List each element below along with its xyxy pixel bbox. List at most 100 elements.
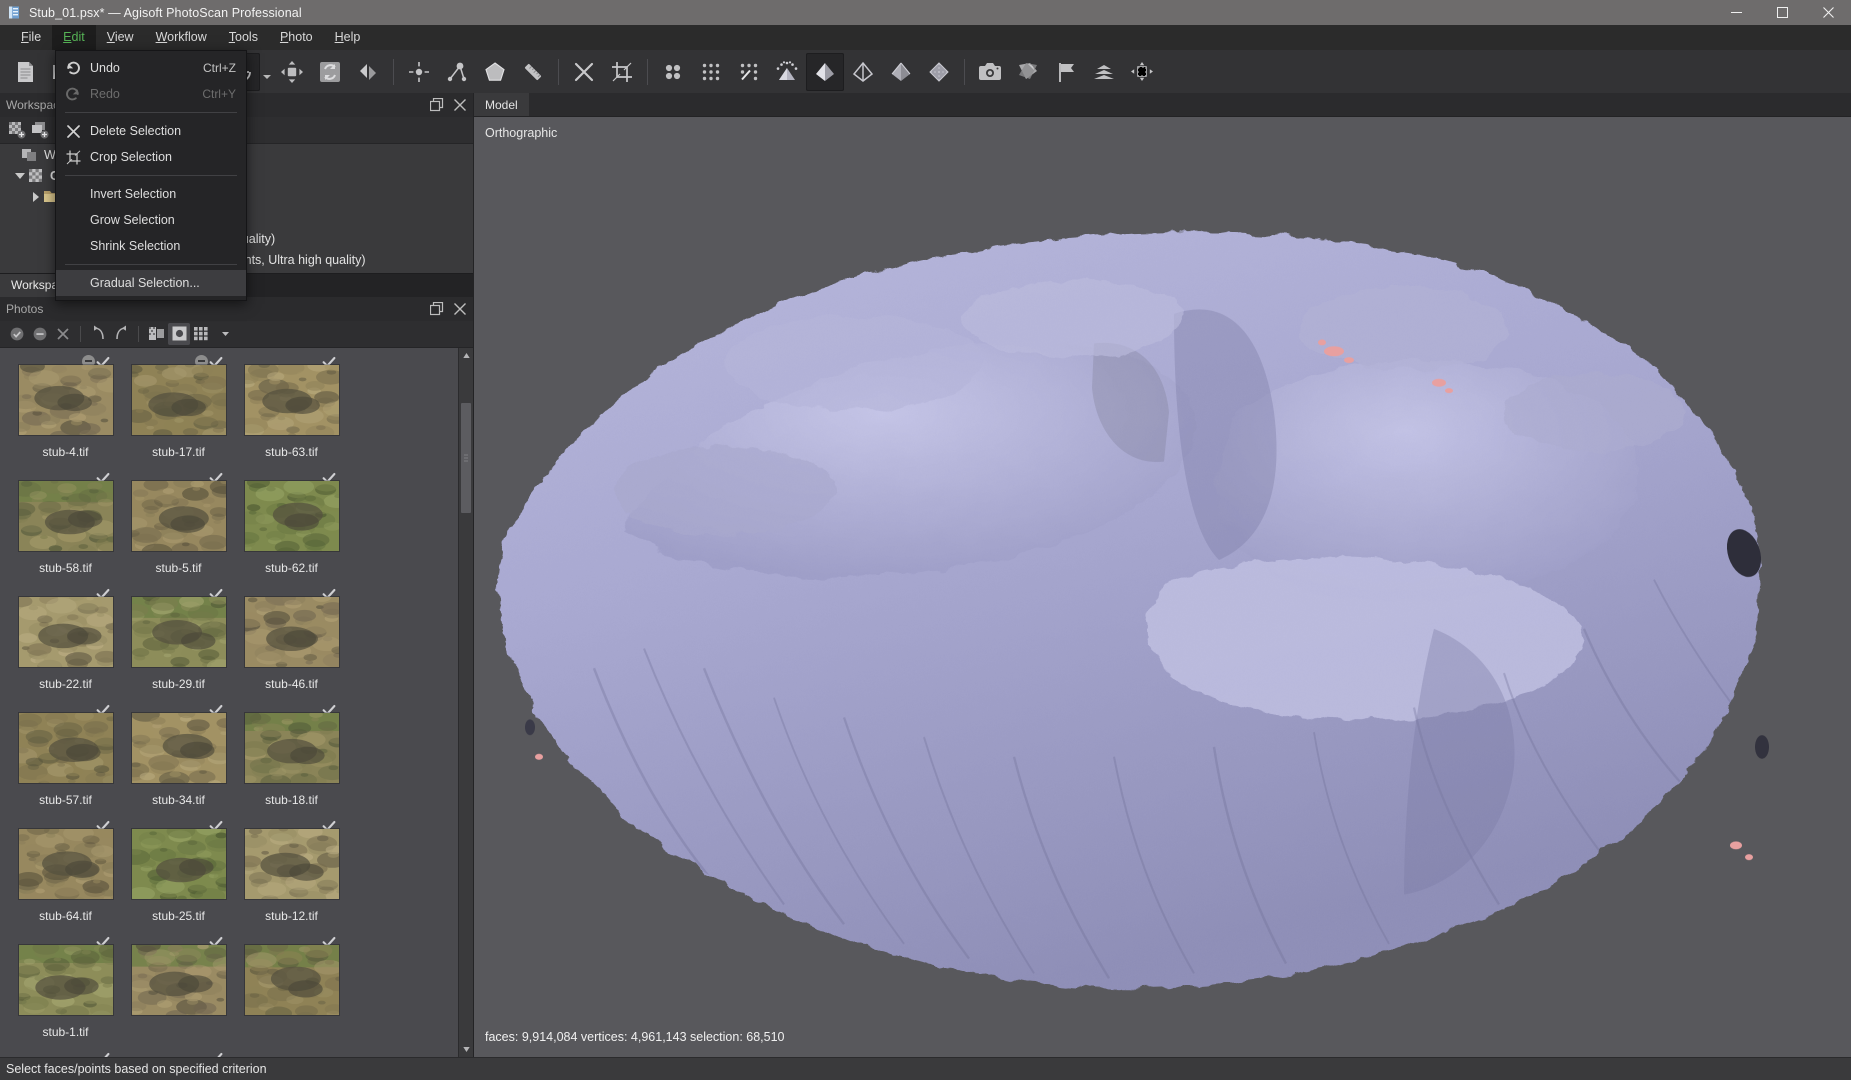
photo-thumbnail-image[interactable] — [130, 479, 227, 552]
menu-item-gradual-selection[interactable]: Gradual Selection... — [56, 270, 246, 296]
add-photos-icon[interactable] — [29, 119, 51, 141]
ruler-scalebar-icon[interactable] — [438, 53, 476, 91]
photo-thumbnail[interactable]: stub-18.tif — [235, 702, 348, 818]
photos-scrollbar[interactable] — [458, 347, 473, 1057]
show-thumbnails-icon[interactable] — [1009, 53, 1047, 91]
photo-thumbnail[interactable]: stub-5.tif — [122, 470, 235, 586]
photo-thumbnail[interactable]: stub-29.tif — [122, 586, 235, 702]
show-cameras-icon[interactable] — [971, 53, 1009, 91]
menu-item-crop-selection[interactable]: Crop Selection — [56, 144, 246, 170]
photo-thumbnail[interactable]: stub-34.tif — [122, 702, 235, 818]
photo-thumbnail-image[interactable] — [17, 827, 114, 900]
menu-tools[interactable]: Tools — [218, 25, 269, 50]
photo-thumbnail[interactable] — [122, 1050, 235, 1057]
new-project-icon[interactable] — [6, 53, 44, 91]
shaded-model-icon[interactable] — [806, 52, 844, 91]
delete-selection-icon[interactable] — [565, 53, 603, 91]
show-shapes-icon[interactable] — [1085, 53, 1123, 91]
rotate-right-icon[interactable] — [110, 323, 132, 345]
scroll-down-arrow-icon[interactable] — [459, 1042, 473, 1057]
photo-thumbnail-image[interactable] — [243, 827, 340, 900]
show-region-icon[interactable] — [1123, 53, 1161, 91]
dense-cloud-confidence-icon[interactable] — [768, 53, 806, 91]
photo-thumbnail-image[interactable] — [130, 363, 227, 436]
photo-view-icon[interactable] — [168, 322, 190, 345]
edit-menu-dropdown[interactable]: Undo Ctrl+Z Redo Ctrl+Y Delete Selection Crop… — [55, 50, 247, 301]
solid-model-icon[interactable] — [844, 53, 882, 91]
photo-thumbnail[interactable] — [235, 934, 348, 1050]
measure-icon[interactable] — [514, 53, 552, 91]
photo-thumbnail[interactable]: stub-12.tif — [235, 818, 348, 934]
show-markers-icon[interactable] — [1047, 53, 1085, 91]
photo-thumbnail-image[interactable] — [130, 595, 227, 668]
tree-twisty[interactable] — [28, 189, 44, 205]
scrollbar-thumb[interactable] — [461, 402, 471, 513]
photo-thumbnail-image[interactable] — [17, 479, 114, 552]
menu-item-grow-selection[interactable]: Grow Selection — [56, 207, 246, 233]
reset-camera-icon[interactable] — [145, 323, 167, 345]
photo-thumbnail[interactable]: stub-57.tif — [9, 702, 122, 818]
photo-thumbnail[interactable]: stub-46.tif — [235, 586, 348, 702]
menu-help[interactable]: Help — [324, 25, 372, 50]
photo-thumbnail-image[interactable] — [243, 363, 340, 436]
point-cloud-icon[interactable] — [654, 53, 692, 91]
menu-workflow[interactable]: Workflow — [145, 25, 218, 50]
close-panel-icon[interactable] — [453, 302, 467, 316]
scroll-up-arrow-icon[interactable] — [459, 347, 473, 363]
menu-item-invert-selection[interactable]: Invert Selection — [56, 181, 246, 207]
photo-thumbnail[interactable]: stub-22.tif — [9, 586, 122, 702]
photo-thumbnail-image[interactable] — [243, 711, 340, 784]
photo-thumbnail[interactable] — [122, 934, 235, 1050]
remove-cameras-icon[interactable] — [52, 323, 74, 345]
photo-thumbnail-image[interactable] — [17, 363, 114, 436]
place-marker-icon[interactable] — [400, 53, 438, 91]
maximize-button[interactable] — [1759, 0, 1805, 25]
photo-thumbnail[interactable]: stub-58.tif — [9, 470, 122, 586]
reset-view-icon[interactable] — [349, 53, 387, 91]
menu-photo[interactable]: Photo — [269, 25, 324, 50]
photo-thumbnail[interactable]: stub-4.tif — [9, 354, 122, 470]
close-button[interactable] — [1805, 0, 1851, 25]
photo-thumbnail[interactable]: stub-17.tif — [122, 354, 235, 470]
chevron-down-icon[interactable] — [214, 323, 236, 345]
undock-panel-icon[interactable] — [429, 97, 444, 112]
thumbnail-size-icon[interactable] — [191, 323, 213, 345]
photo-thumbnail[interactable]: stub-64.tif — [9, 818, 122, 934]
menu-file[interactable]: File — [10, 25, 52, 50]
photo-thumbnail-image[interactable] — [130, 943, 227, 1016]
menu-view[interactable]: View — [96, 25, 145, 50]
photo-thumbnail-image[interactable] — [17, 595, 114, 668]
photo-thumbnail[interactable]: stub-25.tif — [122, 818, 235, 934]
photo-thumbnail-image[interactable] — [17, 943, 114, 1016]
photo-thumbnail-image[interactable] — [130, 827, 227, 900]
photo-thumbnail[interactable] — [9, 1050, 122, 1057]
shape-polygon-icon[interactable] — [476, 53, 514, 91]
tree-twisty[interactable] — [6, 147, 22, 163]
move-object-icon[interactable] — [273, 53, 311, 91]
photo-thumbnail-image[interactable] — [130, 711, 227, 784]
photos-grid[interactable]: stub-4.tif stub-17.tif stub-63.tif stub-58.… — [0, 348, 458, 1057]
undock-panel-icon[interactable] — [429, 301, 444, 316]
enable-cameras-icon[interactable] — [6, 323, 28, 345]
photo-thumbnail[interactable]: stub-62.tif — [235, 470, 348, 586]
textured-model-icon[interactable] — [920, 53, 958, 91]
photo-thumbnail[interactable]: stub-1.tif — [9, 934, 122, 1050]
model-viewport[interactable]: Orthographic faces: 9,914,084 vertices: … — [474, 117, 1851, 1057]
rotate-left-icon[interactable] — [87, 323, 109, 345]
menu-edit[interactable]: Edit — [52, 25, 96, 50]
chevron-down-icon[interactable] — [260, 53, 273, 91]
photo-thumbnail-image[interactable] — [243, 943, 340, 1016]
resize-object-icon[interactable] — [311, 53, 349, 91]
disable-cameras-icon[interactable] — [29, 323, 51, 345]
photo-thumbnail[interactable]: stub-63.tif — [235, 354, 348, 470]
photo-thumbnail-image[interactable] — [243, 479, 340, 552]
menu-item-delete-selection[interactable]: Delete Selection — [56, 118, 246, 144]
menu-item-undo[interactable]: Undo Ctrl+Z — [56, 55, 246, 81]
crop-selection-icon[interactable] — [603, 53, 641, 91]
photo-thumbnail-image[interactable] — [243, 595, 340, 668]
minimize-button[interactable] — [1713, 0, 1759, 25]
dense-cloud-icon[interactable] — [692, 53, 730, 91]
dense-cloud-classes-icon[interactable] — [730, 53, 768, 91]
menu-item-shrink-selection[interactable]: Shrink Selection — [56, 233, 246, 259]
tree-twisty[interactable] — [12, 168, 28, 184]
